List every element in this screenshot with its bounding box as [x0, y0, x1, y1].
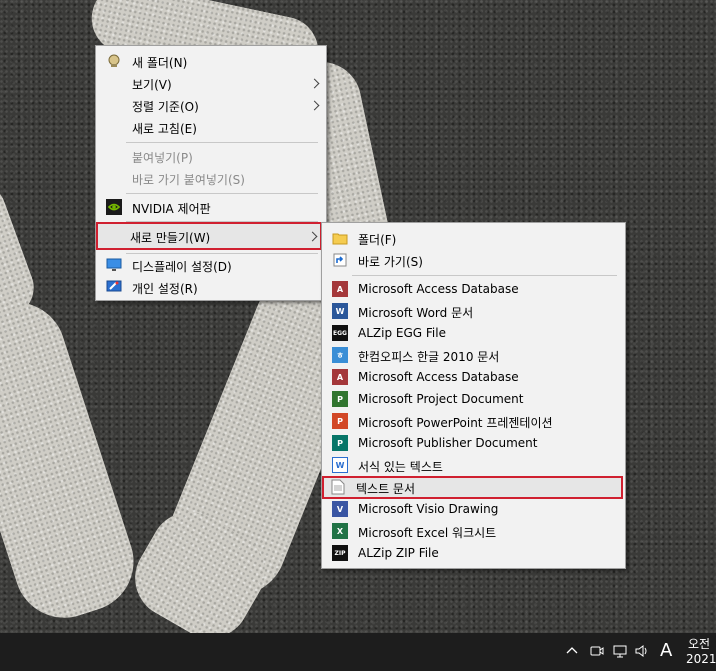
menu-item-label: 바로 가기 붙여넣기(S)	[132, 173, 245, 187]
volume-icon[interactable]	[634, 643, 650, 662]
submenu-item-label: Microsoft PowerPoint 프레젠테이션	[358, 416, 553, 430]
shortcut-icon	[332, 252, 348, 268]
visio-icon: V	[332, 501, 348, 517]
menu-item-paste: 붙여넣기(P)	[98, 145, 324, 167]
road-marking	[0, 289, 147, 631]
submenu-item-label: Microsoft Word 문서	[358, 306, 474, 320]
submenu-item-label: Microsoft Visio Drawing	[358, 502, 499, 516]
menu-item-label: 디스플레이 설정(D)	[132, 260, 232, 274]
submenu-item-text-document[interactable]: 텍스트 문서	[322, 476, 623, 499]
chevron-right-icon	[307, 231, 318, 242]
submenu-item-project-document[interactable]: P Microsoft Project Document	[324, 388, 623, 410]
meet-now-icon[interactable]	[589, 643, 605, 662]
menu-item-paste-shortcut: 바로 가기 붙여넣기(S)	[98, 167, 324, 189]
submenu-item-visio[interactable]: V Microsoft Visio Drawing	[324, 498, 623, 520]
submenu-item-folder[interactable]: 폴더(F)	[324, 227, 623, 249]
menu-item-label: 붙여넣기(P)	[132, 151, 193, 165]
menu-item-new[interactable]: 새로 만들기(W)	[96, 222, 322, 250]
submenu-item-label: 폴더(F)	[358, 233, 397, 247]
ime-indicator[interactable]: A	[660, 640, 672, 661]
menu-item-personalize[interactable]: 개인 설정(R)	[98, 276, 324, 298]
submenu-item-alzip-egg[interactable]: EGG ALZip EGG File	[324, 322, 623, 344]
project-icon: P	[332, 391, 348, 407]
menu-item-label: 개인 설정(R)	[132, 282, 198, 296]
menu-item-new-folder[interactable]: 새 폴더(N)	[98, 50, 324, 72]
menu-separator	[126, 193, 318, 194]
submenu-item-label: Microsoft Excel 워크시트	[358, 526, 497, 540]
submenu-item-label: Microsoft Access Database	[358, 282, 519, 296]
menu-item-label: NVIDIA 제어판	[132, 202, 211, 216]
menu-item-refresh[interactable]: 새로 고침(E)	[98, 116, 324, 138]
submenu-item-label: 바로 가기(S)	[358, 255, 423, 269]
display-icon	[106, 257, 122, 273]
zip-icon: ZIP	[332, 545, 348, 561]
submenu-item-label: 한컴오피스 한글 2010 문서	[358, 350, 500, 364]
menu-item-label: 새로 만들기(W)	[130, 231, 211, 245]
new-folder-icon	[106, 53, 122, 69]
submenu-item-label: Microsoft Publisher Document	[358, 436, 538, 450]
submenu-item-label: 텍스트 문서	[356, 482, 416, 496]
publisher-icon: P	[332, 435, 348, 451]
network-icon[interactable]	[612, 643, 628, 662]
submenu-item-hwp-document[interactable]: ㅎ 한컴오피스 한글 2010 문서	[324, 344, 623, 366]
chevron-up-icon[interactable]	[566, 645, 578, 657]
submenu-item-label: 서식 있는 텍스트	[358, 460, 443, 474]
submenu-item-publisher[interactable]: P Microsoft Publisher Document	[324, 432, 623, 454]
access-icon: A	[332, 369, 348, 385]
menu-item-label: 새로 고침(E)	[132, 122, 197, 136]
egg-icon: EGG	[332, 325, 348, 341]
wordpad-icon: W	[332, 457, 348, 473]
submenu-item-access-database-2[interactable]: A Microsoft Access Database	[324, 366, 623, 388]
access-icon: A	[332, 281, 348, 297]
submenu-item-label: Microsoft Project Document	[358, 392, 524, 406]
new-submenu: 폴더(F) 바로 가기(S) A Microsoft Access Databa…	[321, 222, 626, 569]
powerpoint-icon: P	[332, 413, 348, 429]
clock-date[interactable]: 2021	[686, 652, 716, 666]
hwp-icon: ㅎ	[332, 347, 348, 363]
menu-separator	[352, 275, 617, 276]
chevron-right-icon	[309, 100, 320, 111]
chevron-right-icon	[309, 78, 320, 89]
submenu-item-label: ALZip ZIP File	[358, 546, 439, 560]
excel-icon: X	[332, 523, 348, 539]
menu-item-nvidia-control-panel[interactable]: NVIDIA 제어판	[98, 196, 324, 218]
desktop-context-menu: 새 폴더(N) 보기(V) 정렬 기준(O) 새로 고침(E) 붙여넣기(P) …	[95, 45, 327, 301]
folder-icon	[332, 230, 348, 246]
menu-item-display-settings[interactable]: 디스플레이 설정(D)	[98, 254, 324, 276]
submenu-item-word-document[interactable]: W Microsoft Word 문서	[324, 300, 623, 322]
personalize-icon	[106, 279, 122, 295]
submenu-item-access-database[interactable]: A Microsoft Access Database	[324, 278, 623, 300]
text-document-icon	[330, 479, 346, 495]
menu-item-sort-by[interactable]: 정렬 기준(O)	[98, 94, 324, 116]
taskbar: A 오전 2021	[0, 633, 716, 671]
menu-item-label: 새 폴더(N)	[132, 56, 188, 70]
submenu-item-shortcut[interactable]: 바로 가기(S)	[324, 249, 623, 271]
menu-separator	[126, 142, 318, 143]
menu-item-label: 보기(V)	[132, 78, 172, 92]
clock-time[interactable]: 오전	[688, 635, 710, 652]
submenu-item-rich-text[interactable]: W 서식 있는 텍스트	[324, 454, 623, 476]
submenu-item-powerpoint[interactable]: P Microsoft PowerPoint 프레젠테이션	[324, 410, 623, 432]
submenu-item-excel[interactable]: X Microsoft Excel 워크시트	[324, 520, 623, 542]
submenu-item-label: ALZip EGG File	[358, 326, 446, 340]
submenu-item-alzip-zip[interactable]: ZIP ALZip ZIP File	[324, 542, 623, 564]
word-icon: W	[332, 303, 348, 319]
menu-item-view[interactable]: 보기(V)	[98, 72, 324, 94]
nvidia-icon	[106, 199, 122, 215]
menu-item-label: 정렬 기준(O)	[132, 100, 199, 114]
submenu-item-label: Microsoft Access Database	[358, 370, 519, 384]
